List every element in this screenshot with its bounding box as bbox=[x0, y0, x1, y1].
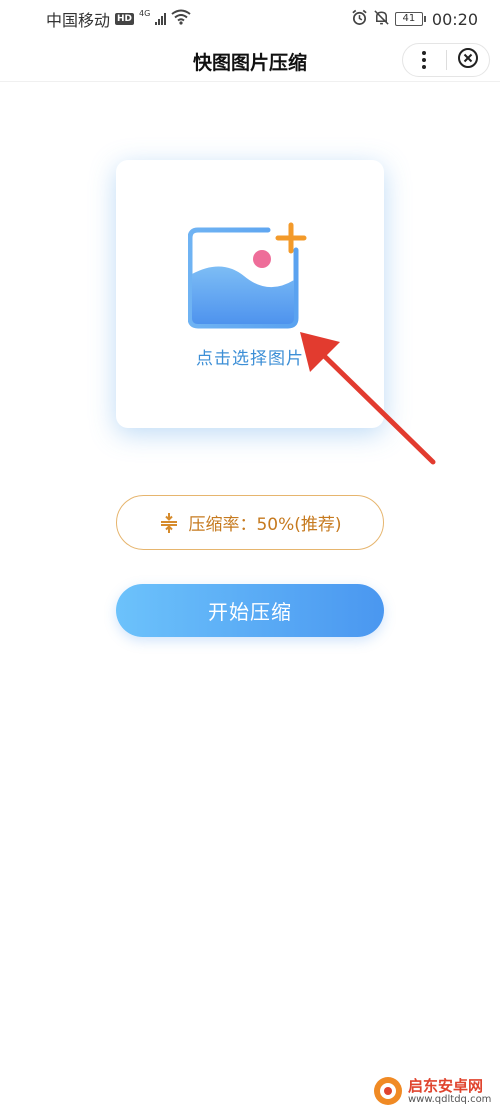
battery-icon: 41 bbox=[394, 12, 426, 26]
carrier-name: 中国移动 bbox=[46, 11, 111, 30]
status-bar: 中国移动 HD 4G 41 00:20 bbox=[0, 0, 500, 38]
wifi-icon bbox=[171, 9, 191, 29]
mini-program-capsule bbox=[402, 43, 490, 77]
more-icon bbox=[422, 51, 427, 69]
hd-badge: HD bbox=[115, 13, 135, 25]
signal-icon bbox=[155, 13, 167, 25]
compression-ratio-label: 压缩率：50%(推荐) bbox=[188, 515, 342, 535]
start-compress-label: 开始压缩 bbox=[208, 600, 292, 624]
watermark-url: www.qdltdq.com bbox=[408, 1094, 492, 1105]
status-right: 41 00:20 bbox=[351, 9, 478, 30]
start-compress-button[interactable]: 开始压缩 bbox=[116, 584, 384, 637]
compression-ratio-button[interactable]: 压缩率：50%(推荐) bbox=[116, 495, 384, 550]
more-button[interactable] bbox=[403, 44, 446, 76]
clock-time: 00:20 bbox=[431, 9, 478, 29]
status-left: 中国移动 HD 4G bbox=[46, 7, 191, 31]
image-add-icon bbox=[187, 222, 308, 336]
site-watermark: 启东安卓网 www.qdltdq.com bbox=[372, 1075, 491, 1111]
alarm-icon bbox=[351, 9, 368, 30]
watermark-logo-icon bbox=[372, 1075, 404, 1111]
nav-bar: 快图图片压缩 bbox=[0, 38, 500, 82]
compress-ratio-icon bbox=[158, 512, 180, 534]
close-button[interactable] bbox=[446, 44, 489, 76]
watermark-text: 启东安卓网 www.qdltdq.com bbox=[408, 1079, 491, 1107]
close-icon bbox=[457, 47, 479, 73]
annotation-arrow-icon bbox=[290, 322, 440, 471]
mute-bell-icon bbox=[373, 9, 390, 30]
screen: 中国移动 HD 4G 41 00:20 快图图片压缩 点击选择图片 压缩率：50… bbox=[0, 0, 500, 1111]
network-type: 4G bbox=[139, 8, 151, 18]
watermark-title: 启东安卓网 bbox=[408, 1077, 484, 1095]
battery-level: 41 bbox=[402, 13, 416, 24]
